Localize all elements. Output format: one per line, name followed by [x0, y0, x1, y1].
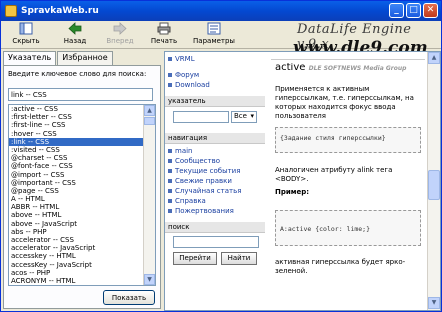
tab-favorites[interactable]: Избранное: [57, 51, 113, 65]
app-window: SpravkaWeb.ru _ □ ✕ Скрыть Назад Вперед …: [0, 0, 442, 312]
print-button[interactable]: Печать: [142, 22, 186, 48]
index-list-item[interactable]: :visited -- CSS: [9, 146, 144, 154]
nav-link-help[interactable]: Справка: [165, 196, 265, 206]
nav-link-current-events[interactable]: Текущие события: [165, 166, 265, 176]
pointer-input[interactable]: [173, 111, 229, 123]
article: active DLE SOFTNEWS Media Group Применяе…: [267, 52, 427, 310]
params-label: Параметры: [193, 37, 235, 45]
hide-panel-icon: [19, 22, 33, 35]
chevron-down-icon: ▾: [250, 112, 254, 120]
forward-arrow-icon: [113, 22, 127, 35]
window-title: SpravkaWeb.ru: [21, 6, 99, 16]
hide-label: Скрыть: [12, 37, 40, 45]
search-heading: поиск: [165, 222, 265, 233]
nav-link-random-article[interactable]: Случайная статья: [165, 186, 265, 196]
forward-button[interactable]: Вперед: [98, 22, 142, 48]
index-list-item[interactable]: abs -- PHP: [9, 228, 144, 236]
article-paragraph-3: активная гиперссылка будет ярко-зеленой.: [275, 258, 406, 275]
app-icon: [5, 5, 17, 17]
article-paragraph-2: Аналогичен атрибуту alink тега <BODY>.: [275, 166, 393, 183]
index-list[interactable]: :active -- CSS:first-letter -- CSS:first…: [8, 104, 156, 286]
go-button[interactable]: Перейти: [173, 252, 217, 265]
navigation-heading: навигация: [165, 133, 265, 144]
tab-bar: Указатель Избранное: [3, 51, 114, 66]
index-list-item[interactable]: accelerator -- JavaScript: [9, 244, 144, 252]
article-heading-row: active DLE SOFTNEWS Media Group: [275, 63, 425, 75]
nav-link-forum[interactable]: Форум: [165, 70, 265, 80]
close-icon[interactable]: ✕: [423, 3, 438, 18]
minimize-icon[interactable]: _: [389, 3, 404, 18]
index-list-item[interactable]: @font-face -- CSS: [9, 162, 144, 170]
keyword-input[interactable]: [8, 88, 153, 101]
content-scroll-down-icon[interactable]: ▼: [428, 297, 440, 309]
title-bar: SpravkaWeb.ru _ □ ✕: [1, 1, 441, 21]
print-label: Печать: [150, 37, 178, 45]
content-scrollbar[interactable]: ▲ ▼: [427, 52, 440, 310]
left-panel: Указатель Избранное Введите ключевое сло…: [3, 51, 161, 309]
back-arrow-icon: [68, 22, 82, 35]
site-sidebar: VRML Форум Download указатель Все ▾ навиг…: [165, 52, 265, 310]
nav-link-donations[interactable]: Пожертвования: [165, 206, 265, 216]
index-list-item[interactable]: :active -- CSS: [9, 105, 144, 113]
scroll-down-icon[interactable]: ▼: [144, 274, 155, 285]
scroll-thumb[interactable]: [144, 117, 155, 125]
index-list-item[interactable]: @important -- CSS: [9, 179, 144, 187]
scroll-up-icon[interactable]: ▲: [144, 105, 155, 116]
pointer-select[interactable]: Все ▾: [231, 111, 257, 123]
index-list-item[interactable]: :first-line -- CSS: [9, 121, 144, 129]
index-list-item[interactable]: @import -- CSS: [9, 171, 144, 179]
forward-label: Вперед: [106, 37, 134, 45]
index-list-item[interactable]: acos -- PHP: [9, 269, 144, 277]
search-prompt: Введите ключевое слово для поиска:: [8, 70, 147, 78]
article-heading: active: [275, 63, 306, 73]
index-list-item[interactable]: :link -- CSS: [9, 137, 144, 146]
window-controls: _ □ ✕: [389, 3, 438, 18]
nav-link-vrml[interactable]: VRML: [165, 54, 265, 64]
index-list-item[interactable]: ACRONYM -- HTML: [9, 277, 144, 285]
pointer-select-value: Все: [234, 112, 247, 120]
index-list-item[interactable]: @charset -- CSS: [9, 154, 144, 162]
back-button[interactable]: Назад: [53, 22, 97, 48]
index-pane: Введите ключевое слово для поиска: :acti…: [3, 65, 161, 309]
nav-link-download[interactable]: Download: [165, 80, 265, 90]
index-list-item[interactable]: :hover -- CSS: [9, 130, 144, 138]
index-list-item[interactable]: :first-letter -- CSS: [9, 113, 144, 121]
index-list-item[interactable]: ABBR -- HTML: [9, 203, 144, 211]
back-label: Назад: [63, 37, 87, 45]
example-label: Пример:: [275, 188, 310, 196]
index-scrollbar[interactable]: ▲ ▼: [143, 105, 155, 285]
content-scroll-up-icon[interactable]: ▲: [428, 52, 440, 64]
maximize-icon[interactable]: □: [406, 3, 421, 18]
printer-icon: [157, 22, 171, 35]
index-list-items: :active -- CSS:first-letter -- CSS:first…: [9, 105, 155, 285]
content-scroll-thumb[interactable]: [428, 170, 440, 200]
index-list-item[interactable]: @page -- CSS: [9, 187, 144, 195]
index-list-item[interactable]: accelerator -- CSS: [9, 236, 144, 244]
index-list-item[interactable]: above -- JavaScript: [9, 220, 144, 228]
index-list-item[interactable]: accesskey -- HTML: [9, 252, 144, 260]
top-divider: [271, 52, 425, 60]
index-list-item[interactable]: A -- HTML: [9, 195, 144, 203]
index-list-item[interactable]: accessKey -- JavaScript: [9, 261, 144, 269]
overlay-watermark: DLE SOFTNEWS Media Group: [308, 65, 407, 72]
article-paragraph-1: Применяется к активным гиперссылкам, т.е…: [275, 85, 414, 120]
nav-link-community[interactable]: Сообщество: [165, 156, 265, 166]
nav-link-recent-changes[interactable]: Свежие правки: [165, 176, 265, 186]
nav-link-main[interactable]: main: [165, 146, 265, 156]
content-pane: VRML Форум Download указатель Все ▾ навиг…: [164, 51, 441, 311]
pointer-heading: указатель: [165, 96, 265, 107]
site-search-input[interactable]: [173, 236, 259, 248]
index-list-item[interactable]: above -- HTML: [9, 211, 144, 219]
find-button[interactable]: Найти: [221, 252, 257, 265]
options-icon: [207, 22, 221, 35]
code-block-2: A:active {color: lime;}: [275, 210, 421, 246]
hide-button[interactable]: Скрыть: [4, 22, 48, 48]
code-block-1: {Задание стиля гиперссылки}: [275, 127, 421, 153]
tab-index[interactable]: Указатель: [3, 51, 57, 66]
params-button[interactable]: Параметры: [189, 22, 239, 48]
show-button[interactable]: Показать: [103, 290, 155, 305]
